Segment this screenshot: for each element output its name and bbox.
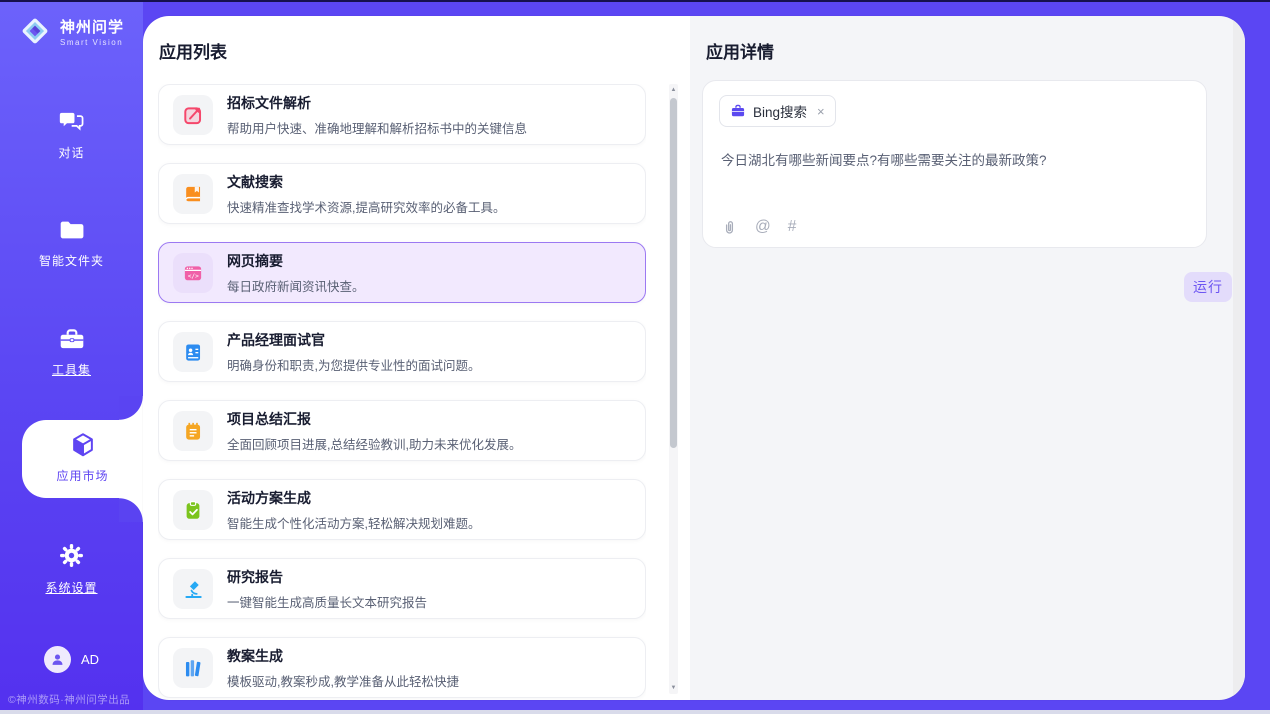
app-detail-title: 应用详情 — [706, 38, 774, 63]
window-bottom-edge — [0, 710, 1270, 714]
app-card-texts: 教案生成模板驱动,教案秒成,教学准备从此轻松快捷 — [227, 646, 459, 690]
gear-icon — [58, 556, 85, 573]
app-card-title: 教案生成 — [227, 646, 459, 666]
attachment-icon[interactable] — [721, 218, 738, 235]
cube-icon — [69, 431, 97, 464]
tool-chip-bing-search[interactable]: Bing搜索 × — [719, 95, 836, 127]
app-card-desc: 明确身份和职责,为您提供专业性的面试问题。 — [227, 355, 480, 374]
app-card-title: 项目总结汇报 — [227, 409, 521, 429]
sidebar-item-工具集[interactable]: 工具集 — [0, 327, 143, 378]
svg-text:</>: </> — [188, 273, 199, 280]
person-icon — [44, 646, 71, 673]
active-tab-fillet-bottom — [119, 498, 143, 522]
logo-title: 神州问学 — [60, 20, 124, 35]
edit-doc-icon — [173, 95, 213, 135]
app-list-title: 应用列表 — [159, 38, 227, 63]
clipboard-check-icon — [173, 490, 213, 530]
app-card-title: 网页摘要 — [227, 251, 365, 271]
books-icon — [173, 648, 213, 688]
app-card-desc: 一键智能生成高质量长文本研究报告 — [227, 592, 427, 611]
app-card-texts: 产品经理面试官明确身份和职责,为您提供专业性的面试问题。 — [227, 330, 480, 374]
copyright-footer: ©神州数码·神州问学出品 — [8, 692, 130, 707]
chip-close-icon[interactable]: × — [817, 104, 825, 119]
detail-scrollbar-track[interactable] — [1233, 16, 1245, 700]
briefcase-icon — [730, 103, 746, 119]
browser-code-icon: </> — [173, 253, 213, 293]
app-list-scrollbar[interactable]: ▲ ▼ — [669, 84, 678, 694]
logo-subtitle: Smart Vision — [60, 39, 124, 47]
notepad-icon — [173, 411, 213, 451]
app-card-desc: 帮助用户快速、准确地理解和解析招标书中的关键信息 — [227, 118, 527, 137]
app-card-texts: 招标文件解析帮助用户快速、准确地理解和解析招标书中的关键信息 — [227, 93, 527, 137]
sidebar: 神州问学 Smart Vision 对话 智能文件夹 工具集 应用市场 — [0, 2, 143, 710]
app-card-title: 产品经理面试官 — [227, 330, 480, 350]
run-button[interactable]: 运行 — [1184, 272, 1232, 302]
app-card-desc: 全面回顾项目进展,总结经验教训,助力未来优化发展。 — [227, 434, 521, 453]
sidebar-item-label: 智能文件夹 — [0, 252, 143, 269]
app-card-项目总结汇报[interactable]: 项目总结汇报全面回顾项目进展,总结经验教训,助力未来优化发展。 — [158, 400, 646, 461]
microscope-icon — [173, 569, 213, 609]
sidebar-item-应用市场-active[interactable]: 应用市场 — [22, 420, 143, 498]
app-card-title: 文献搜索 — [227, 172, 505, 192]
scrollbar-down-arrow-icon[interactable]: ▼ — [669, 684, 678, 692]
app-card-desc: 模板驱动,教案秒成,教学准备从此轻松快捷 — [227, 671, 459, 690]
user-name: AD — [81, 652, 99, 667]
chat-icon — [58, 121, 86, 138]
sidebar-item-系统设置[interactable]: 系统设置 — [0, 542, 143, 596]
window-top-edge — [0, 0, 1270, 2]
app-card-desc: 每日政府新闻资讯快查。 — [227, 276, 365, 295]
app-card-texts: 网页摘要每日政府新闻资讯快查。 — [227, 251, 365, 295]
sidebar-item-label: 系统设置 — [0, 579, 143, 596]
app-card-产品经理面试官[interactable]: 产品经理面试官明确身份和职责,为您提供专业性的面试问题。 — [158, 321, 646, 382]
user-account[interactable]: AD — [0, 646, 143, 673]
resume-icon — [173, 332, 213, 372]
app-card-招标文件解析[interactable]: 招标文件解析帮助用户快速、准确地理解和解析招标书中的关键信息 — [158, 84, 646, 145]
active-tab-fillet-top — [119, 396, 143, 420]
gem-logo-icon — [18, 14, 52, 53]
mention-icon[interactable]: @ — [755, 219, 771, 235]
app-list: 招标文件解析帮助用户快速、准确地理解和解析招标书中的关键信息 文献搜索快速精准查… — [158, 84, 646, 700]
app-card-研究报告[interactable]: 研究报告一键智能生成高质量长文本研究报告 — [158, 558, 646, 619]
input-toolbar: @ # — [721, 218, 796, 235]
hash-icon[interactable]: # — [788, 219, 797, 235]
app-card-活动方案生成[interactable]: 活动方案生成智能生成个性化活动方案,轻松解决规划难题。 — [158, 479, 646, 540]
book-icon — [173, 174, 213, 214]
app-card-texts: 文献搜索快速精准查找学术资源,提高研究效率的必备工具。 — [227, 172, 505, 216]
app-detail-panel: 应用详情 Bing搜索 × 今日湖北有哪些新闻要点?有哪些需要关注的最新政策? — [690, 16, 1245, 700]
app-card-title: 研究报告 — [227, 567, 427, 587]
main-content: 应用列表 招标文件解析帮助用户快速、准确地理解和解析招标书中的关键信息 文献搜索… — [143, 16, 1245, 700]
sidebar-item-label: 对话 — [0, 144, 143, 161]
app-card-教案生成[interactable]: 教案生成模板驱动,教案秒成,教学准备从此轻松快捷 — [158, 637, 646, 698]
sidebar-item-label: 工具集 — [0, 361, 143, 378]
tool-chip-label: Bing搜索 — [753, 101, 807, 121]
sidebar-item-对话[interactable]: 对话 — [0, 108, 143, 161]
app-card-texts: 活动方案生成智能生成个性化活动方案,轻松解决规划难题。 — [227, 488, 480, 532]
app-card-文献搜索[interactable]: 文献搜索快速精准查找学术资源,提高研究效率的必备工具。 — [158, 163, 646, 224]
app-card-title: 活动方案生成 — [227, 488, 480, 508]
app-logo: 神州问学 Smart Vision — [18, 14, 124, 53]
app-card-title: 招标文件解析 — [227, 93, 527, 113]
toolbox-icon — [58, 338, 86, 355]
app-card-desc: 快速精准查找学术资源,提高研究效率的必备工具。 — [227, 197, 505, 216]
app-card-网页摘要[interactable]: </> 网页摘要每日政府新闻资讯快查。 — [158, 242, 646, 303]
folder-icon — [58, 229, 86, 246]
sidebar-item-label: 应用市场 — [22, 467, 143, 484]
app-card-texts: 研究报告一键智能生成高质量长文本研究报告 — [227, 567, 427, 611]
scrollbar-up-arrow-icon[interactable]: ▲ — [669, 86, 678, 94]
sidebar-item-智能文件夹[interactable]: 智能文件夹 — [0, 218, 143, 269]
prompt-card: Bing搜索 × 今日湖北有哪些新闻要点?有哪些需要关注的最新政策? @ # — [702, 80, 1207, 248]
prompt-text[interactable]: 今日湖北有哪些新闻要点?有哪些需要关注的最新政策? — [721, 151, 1188, 171]
app-card-desc: 智能生成个性化活动方案,轻松解决规划难题。 — [227, 513, 480, 532]
scrollbar-thumb[interactable] — [670, 98, 677, 448]
app-list-panel: 应用列表 招标文件解析帮助用户快速、准确地理解和解析招标书中的关键信息 文献搜索… — [143, 16, 690, 700]
app-card-texts: 项目总结汇报全面回顾项目进展,总结经验教训,助力未来优化发展。 — [227, 409, 521, 453]
